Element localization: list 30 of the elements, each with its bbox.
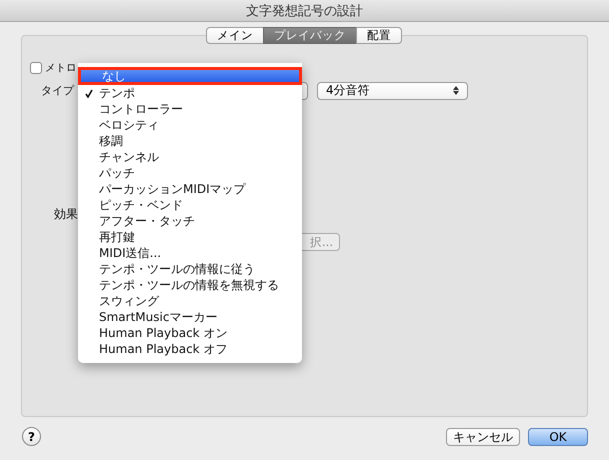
menu-item[interactable]: アフター・タッチ — [78, 213, 302, 229]
menu-item[interactable]: Human Playback オフ — [78, 341, 302, 357]
checkbox-label: メトロ — [45, 61, 76, 75]
updown-icon — [453, 86, 459, 95]
note-popup[interactable]: 4分音符 — [317, 82, 468, 100]
menu-item[interactable]: パッチ — [78, 165, 302, 181]
tab[interactable]: メイン — [206, 27, 264, 44]
menu-item[interactable]: SmartMusicマーカー — [78, 309, 302, 325]
ok-button[interactable]: OK — [528, 428, 588, 446]
menu-item[interactable]: 移調 — [78, 133, 302, 149]
menu-item[interactable]: パーカッションMIDIマップ — [78, 181, 302, 197]
cancel-button[interactable]: キャンセル — [446, 428, 520, 446]
menu-item[interactable]: テンポ — [78, 85, 302, 101]
menu-item[interactable]: スウィング — [78, 293, 302, 309]
tab[interactable]: プレイバック — [263, 27, 357, 44]
tab[interactable]: 配置 — [356, 27, 402, 44]
menu-item[interactable]: テンポ・ツールの情報を無視する — [78, 277, 302, 293]
window-title: 文字発想記号の設計 — [246, 2, 363, 20]
menu-item[interactable]: テンポ・ツールの情報に従う — [78, 261, 302, 277]
checkmark-icon — [84, 88, 92, 98]
menu-item[interactable]: チャンネル — [78, 149, 302, 165]
help-button[interactable]: ? — [22, 427, 41, 446]
checkbox[interactable] — [30, 62, 42, 74]
type-label: タイプ — [41, 83, 76, 98]
menu-item[interactable]: Human Playback オン — [78, 325, 302, 341]
effect-label: 効果 — [54, 206, 78, 223]
menu-item[interactable]: ベロシティ — [78, 117, 302, 133]
menu-item[interactable]: なし — [78, 67, 302, 85]
menu-item[interactable]: コントローラー — [78, 101, 302, 117]
menu-item[interactable]: ピッチ・ベンド — [78, 197, 302, 213]
